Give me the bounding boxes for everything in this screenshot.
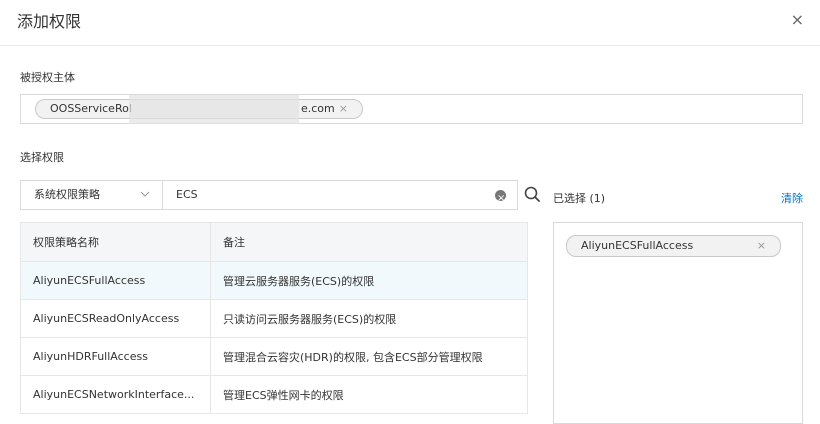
table-row[interactable]: AliyunECSReadOnlyAccess 只读访问云服务器服务(ECS)的…: [20, 299, 528, 338]
filter-row: 系统权限策略 ECS: [20, 180, 540, 213]
policy-name-cell: AliyunECSNetworkInterface...: [20, 375, 211, 414]
search-input[interactable]: ECS: [162, 180, 518, 213]
selected-count-title: 已选择 (1): [553, 192, 606, 205]
search-value: ECS: [176, 188, 198, 201]
dialog-header: 添加权限 ×: [0, 0, 820, 46]
principal-tag-suffix: e.com: [301, 102, 335, 115]
selected-item-tag: AliyunECSFullAccess ×: [566, 235, 781, 257]
principal-label: 被授权主体: [20, 71, 75, 84]
permissions-label: 选择权限: [20, 151, 64, 164]
table-row[interactable]: AliyunECSNetworkInterface... 管理ECS弹性网卡的权…: [20, 375, 528, 414]
principal-field[interactable]: OOSServiceRol e.com ×: [20, 94, 803, 124]
policy-note-cell: 管理混合云容灾(HDR)的权限, 包含ECS部分管理权限: [210, 337, 528, 376]
policy-type-select[interactable]: 系统权限策略: [20, 180, 163, 210]
selected-item-label: AliyunECSFullAccess: [581, 239, 694, 252]
principal-tag-prefix: OOSServiceRol: [50, 102, 132, 115]
selected-list: AliyunECSFullAccess ×: [553, 222, 803, 424]
header-note: 备注: [210, 222, 528, 262]
policy-type-value: 系统权限策略: [34, 188, 100, 201]
policy-name-cell: AliyunECSReadOnlyAccess: [20, 299, 211, 338]
table-header-row: 权限策略名称 备注: [20, 222, 528, 262]
remove-selected-icon[interactable]: ×: [757, 236, 766, 256]
table-row[interactable]: AliyunECSFullAccess 管理云服务器服务(ECS)的权限: [20, 261, 528, 300]
header-policy-name: 权限策略名称: [20, 222, 211, 262]
close-icon[interactable]: ×: [791, 10, 804, 29]
search-button[interactable]: [518, 180, 548, 210]
remove-principal-icon[interactable]: ×: [339, 100, 348, 118]
redaction-blur: [129, 95, 299, 124]
table-row[interactable]: AliyunHDRFullAccess 管理混合云容灾(HDR)的权限, 包含E…: [20, 337, 528, 376]
clear-search-icon[interactable]: [495, 185, 506, 213]
search-icon: [524, 186, 540, 202]
dialog-title: 添加权限: [17, 12, 82, 31]
policy-note-cell: 管理ECS弹性网卡的权限: [210, 375, 528, 414]
policy-table: 权限策略名称 备注 AliyunECSFullAccess 管理云服务器服务(E…: [20, 222, 528, 414]
policy-note-cell: 只读访问云服务器服务(ECS)的权限: [210, 299, 528, 338]
chevron-down-icon: [140, 191, 150, 197]
policy-note-cell: 管理云服务器服务(ECS)的权限: [210, 261, 528, 300]
policy-name-cell: AliyunHDRFullAccess: [20, 337, 211, 376]
clear-selection-link[interactable]: 清除: [781, 190, 803, 206]
policy-name-cell: AliyunECSFullAccess: [20, 261, 211, 300]
